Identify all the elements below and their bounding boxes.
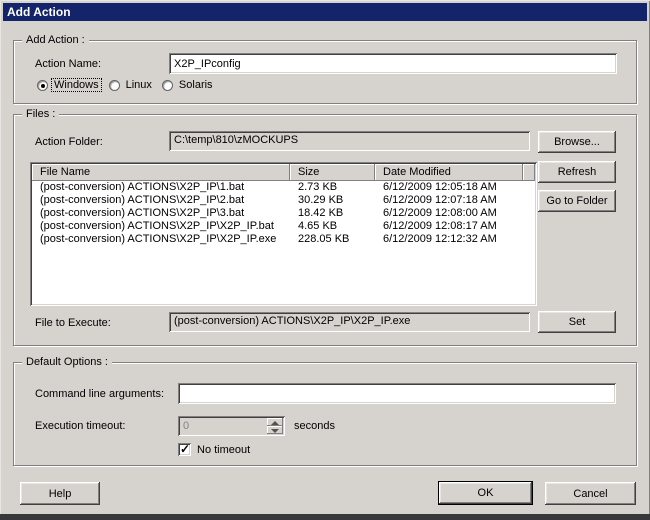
ok-button-label: OK — [478, 487, 494, 499]
arrow-up-icon — [271, 421, 279, 425]
help-button-label: Help — [49, 488, 72, 500]
table-row[interactable]: (post-conversion) ACTIONS\X2P_IP\X2P_IP.… — [32, 220, 535, 233]
arrow-down-icon — [271, 429, 279, 433]
execution-timeout-spinner: 0 — [178, 416, 285, 436]
default-options-group: Default Options : — [13, 362, 637, 466]
file-list[interactable]: File Name Size Date Modified (post-conve… — [30, 162, 537, 306]
ok-button[interactable]: OK — [438, 481, 533, 505]
file-date-cell: 6/12/2009 12:05:18 AM — [375, 181, 523, 194]
file-to-execute-label: File to Execute: — [35, 317, 111, 329]
add-action-group-legend: Add Action : — [22, 34, 89, 46]
no-timeout-checkbox[interactable] — [178, 443, 191, 456]
files-group-legend: Files : — [22, 108, 59, 120]
command-line-arguments-input[interactable] — [178, 383, 616, 404]
table-row[interactable]: (post-conversion) ACTIONS\X2P_IP\X2P_IP.… — [32, 233, 535, 246]
column-header-date-modified[interactable]: Date Modified — [375, 164, 523, 181]
action-name-label: Action Name: — [35, 58, 101, 70]
action-name-input[interactable] — [169, 53, 617, 74]
add-action-dialog: Add Action Add Action : Action Name: Win… — [0, 0, 650, 520]
help-button[interactable]: Help — [20, 482, 100, 505]
file-name-cell: (post-conversion) ACTIONS\X2P_IP\X2P_IP.… — [32, 233, 290, 246]
window-bottom-edge — [0, 514, 650, 520]
title-bar[interactable]: Add Action — [3, 3, 647, 21]
spinner-buttons — [267, 418, 283, 434]
action-folder-field: C:\temp\810\zMOCKUPS — [169, 131, 530, 151]
refresh-button-label: Refresh — [558, 166, 597, 178]
radio-linux-circle — [109, 80, 120, 91]
file-date-cell: 6/12/2009 12:08:00 AM — [375, 207, 523, 220]
table-row[interactable]: (post-conversion) ACTIONS\X2P_IP\1.bat 2… — [32, 181, 535, 194]
browse-button[interactable]: Browse... — [538, 131, 616, 153]
radio-windows-label: Windows — [52, 79, 101, 91]
file-date-cell: 6/12/2009 12:07:18 AM — [375, 194, 523, 207]
no-timeout-option[interactable]: No timeout — [178, 443, 250, 456]
seconds-label: seconds — [294, 420, 335, 432]
table-row[interactable]: (post-conversion) ACTIONS\X2P_IP\3.bat 1… — [32, 207, 535, 220]
file-date-cell: 6/12/2009 12:08:17 AM — [375, 220, 523, 233]
file-list-viewport: File Name Size Date Modified (post-conve… — [32, 164, 535, 304]
radio-linux-label: Linux — [124, 79, 154, 91]
refresh-button[interactable]: Refresh — [538, 161, 616, 183]
file-size-cell: 228.05 KB — [290, 233, 375, 246]
go-to-folder-button-label: Go to Folder — [546, 195, 607, 207]
file-to-execute-field: (post-conversion) ACTIONS\X2P_IP\X2P_IP.… — [169, 312, 530, 332]
command-line-arguments-label: Command line arguments: — [35, 388, 164, 400]
file-to-execute-value: (post-conversion) ACTIONS\X2P_IP\X2P_IP.… — [174, 315, 410, 327]
go-to-folder-button[interactable]: Go to Folder — [538, 190, 616, 212]
radio-windows[interactable]: Windows — [37, 79, 101, 91]
file-name-cell: (post-conversion) ACTIONS\X2P_IP\X2P_IP.… — [32, 220, 290, 233]
default-options-group-legend: Default Options : — [22, 356, 112, 368]
radio-solaris-label: Solaris — [177, 79, 215, 91]
file-size-cell: 4.65 KB — [290, 220, 375, 233]
spin-up-button[interactable] — [267, 418, 283, 426]
radio-windows-circle — [37, 80, 48, 91]
file-list-header: File Name Size Date Modified — [32, 164, 535, 181]
execution-timeout-value: 0 — [183, 420, 189, 432]
window-title: Add Action — [7, 5, 71, 19]
set-button[interactable]: Set — [538, 311, 616, 333]
action-folder-label: Action Folder: — [35, 136, 103, 148]
file-name-cell: (post-conversion) ACTIONS\X2P_IP\2.bat — [32, 194, 290, 207]
radio-solaris[interactable]: Solaris — [162, 79, 215, 91]
column-header-file-name[interactable]: File Name — [32, 164, 290, 181]
file-size-cell: 2.73 KB — [290, 181, 375, 194]
cancel-button[interactable]: Cancel — [545, 482, 636, 505]
os-radio-group: Windows Linux Solaris — [37, 79, 215, 91]
file-date-cell: 6/12/2009 12:12:32 AM — [375, 233, 523, 246]
radio-linux[interactable]: Linux — [109, 79, 154, 91]
cancel-button-label: Cancel — [573, 488, 607, 500]
action-folder-value: C:\temp\810\zMOCKUPS — [174, 134, 298, 146]
file-name-cell: (post-conversion) ACTIONS\X2P_IP\3.bat — [32, 207, 290, 220]
file-size-cell: 30.29 KB — [290, 194, 375, 207]
file-size-cell: 18.42 KB — [290, 207, 375, 220]
execution-timeout-label: Execution timeout: — [35, 420, 126, 432]
radio-solaris-circle — [162, 80, 173, 91]
no-timeout-label: No timeout — [197, 444, 250, 456]
browse-button-label: Browse... — [554, 136, 600, 148]
set-button-label: Set — [569, 316, 586, 328]
column-header-filler — [523, 164, 535, 181]
spin-down-button[interactable] — [267, 426, 283, 434]
file-name-cell: (post-conversion) ACTIONS\X2P_IP\1.bat — [32, 181, 290, 194]
column-header-size[interactable]: Size — [290, 164, 375, 181]
table-row[interactable]: (post-conversion) ACTIONS\X2P_IP\2.bat 3… — [32, 194, 535, 207]
